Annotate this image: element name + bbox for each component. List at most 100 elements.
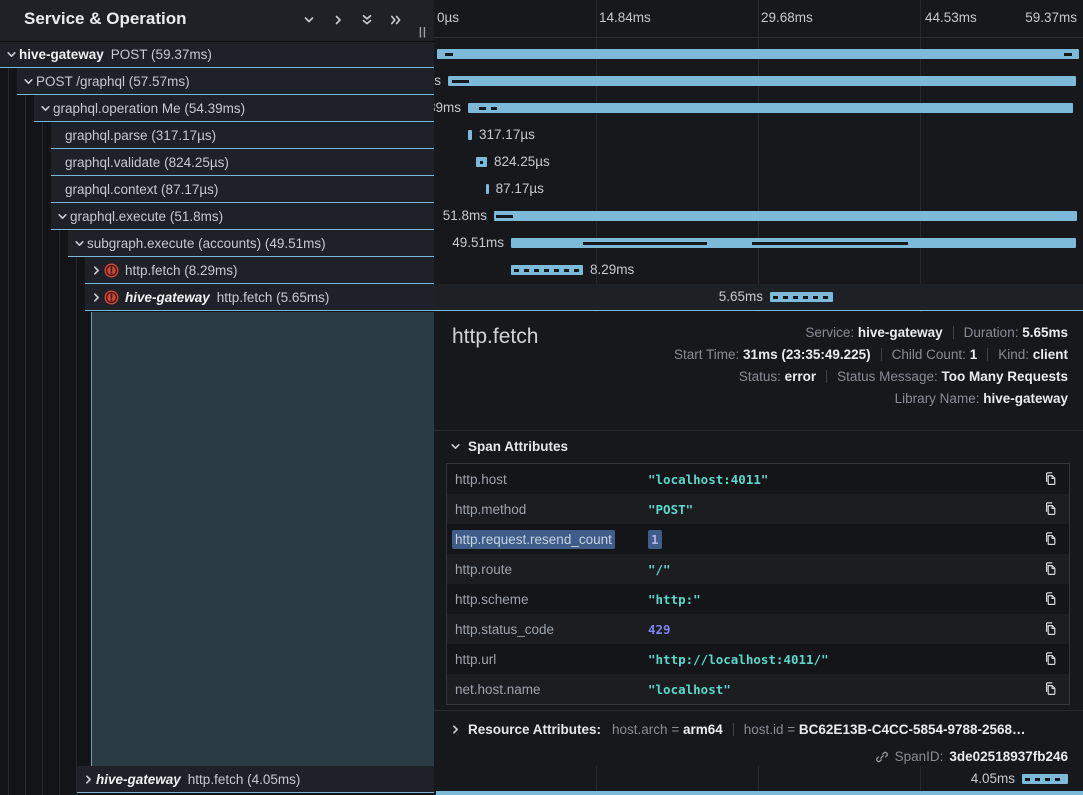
meta-line: Start Time: 31ms (23:35:49.225)Child Cou… (674, 344, 1068, 366)
attribute-row: http.scheme"http:" (447, 584, 1069, 614)
span-bar[interactable] (468, 103, 1073, 113)
meta-line: Library Name: hive-gateway (674, 388, 1068, 410)
tree-row[interactable]: graphql.context (87.17µs) (51, 176, 434, 203)
meta-value: error (785, 369, 817, 384)
attribute-row: http.route"/" (447, 554, 1069, 584)
duration-label: 317.17µs (479, 127, 535, 142)
double-chevron-down-icon[interactable] (360, 13, 374, 27)
meta-label: Duration: (964, 325, 1023, 340)
divider (987, 348, 988, 361)
copy-button[interactable] (1041, 678, 1060, 699)
timeline-row: 87.17µs (434, 176, 1083, 203)
attribute-value: 1 (648, 532, 662, 547)
chevron-down-icon[interactable] (55, 211, 70, 222)
span-operation-label: graphql.validate (824.25µs) (65, 155, 229, 170)
attribute-value: "localhost" (648, 682, 731, 697)
tree-row[interactable]: hive-gatewayhttp.fetch (5.65ms) (85, 284, 434, 311)
trace-view: 0µs14.84ms29.68ms44.53ms59.37ms 57.57ms5… (0, 0, 1083, 795)
attribute-key: http.scheme (447, 592, 648, 607)
chevron-right-icon[interactable] (89, 292, 104, 303)
span-service-name: hive-gateway (125, 290, 210, 305)
double-chevron-right-icon[interactable] (389, 13, 403, 27)
copy-button[interactable] (1041, 618, 1060, 639)
clipped-span-bar[interactable] (436, 791, 1083, 795)
span-bar[interactable] (494, 211, 1077, 221)
copy-button[interactable] (1041, 498, 1060, 519)
tree-row[interactable]: graphql.execute (51.8ms) (51, 203, 434, 230)
attribute-value: "POST" (648, 502, 693, 517)
copy-button[interactable] (1041, 468, 1060, 489)
span-bar[interactable] (770, 292, 833, 302)
resource-value: BC62E13B-C4CC-5854-9788-2568… (799, 722, 1026, 737)
duration-label: 87.17µs (496, 181, 544, 196)
meta-value: client (1033, 347, 1068, 362)
span-operation-label: POST /graphql (57.57ms) (36, 74, 190, 89)
tree-row[interactable]: POST /graphql (57.57ms) (17, 68, 434, 95)
attribute-value: "localhost:4011" (648, 472, 768, 487)
attribute-row: http.url"http://localhost:4011/" (447, 644, 1069, 674)
chevron-down-icon[interactable] (4, 49, 19, 60)
resource-attributes-title[interactable]: Resource Attributes: (468, 722, 601, 737)
resource-attributes-row: Resource Attributes: host.arch = arm64ho… (450, 715, 1068, 743)
axis-tick-label: 14.84ms (599, 10, 651, 25)
child-span-marker (496, 215, 513, 218)
copy-button[interactable] (1041, 528, 1060, 549)
tree-row[interactable]: graphql.validate (824.25µs) (51, 149, 434, 176)
attribute-value: "http:" (648, 592, 701, 607)
axis-tick-label: 59.37ms (1025, 10, 1077, 25)
resource-key: host.arch (612, 722, 668, 737)
child-span-marker (445, 53, 453, 56)
span-bar[interactable] (448, 76, 1076, 86)
span-bar[interactable] (468, 130, 472, 140)
chevron-right-icon[interactable] (81, 774, 96, 785)
copy-button[interactable] (1041, 588, 1060, 609)
tree-row[interactable]: graphql.operation Me (54.39ms) (34, 95, 434, 122)
chevron-down-icon[interactable] (21, 76, 36, 87)
equals-sign: = (668, 722, 683, 737)
tree-bottom-row: hive-gatewayhttp.fetch (4.05ms) (0, 766, 434, 793)
timeline-bottom-row: 4.05ms (434, 766, 1083, 793)
tree-row[interactable]: graphql.parse (317.17µs) (51, 122, 434, 149)
meta-label: Library Name: (895, 391, 984, 406)
chevron-down-icon[interactable] (72, 238, 87, 249)
error-icon (104, 290, 119, 305)
tree-row[interactable]: subgraph.execute (accounts) (49.51ms) (68, 230, 434, 257)
child-span-marker (752, 242, 908, 245)
meta-label: Status Message: (837, 369, 941, 384)
timeline-row: 51.8ms (434, 203, 1083, 230)
attribute-key: http.host (447, 472, 648, 487)
tree-header: Service & Operation || (0, 0, 434, 41)
span-bar[interactable] (486, 184, 489, 194)
link-icon[interactable] (875, 750, 889, 764)
span-bar[interactable] (1022, 774, 1068, 784)
span-attributes-header[interactable]: Span Attributes (450, 439, 568, 454)
span-id-value: 3de02518937fb246 (949, 749, 1068, 764)
timeline-row: 8.29ms (434, 257, 1083, 284)
attribute-value: "http://localhost:4011/" (648, 652, 829, 667)
panel-resize-handle[interactable]: || (419, 26, 427, 38)
span-bar[interactable] (437, 49, 1079, 59)
timeline-row: 824.25µs (434, 149, 1083, 176)
attribute-row: http.status_code429 (447, 614, 1069, 644)
span-details-panel: http.fetch Service: hive-gatewayDuration… (434, 312, 1083, 766)
chevron-right-icon[interactable] (450, 724, 461, 735)
chevron-down-icon[interactable] (38, 103, 53, 114)
span-bar[interactable] (511, 265, 583, 275)
chevron-right-icon[interactable] (331, 13, 345, 27)
attribute-key: http.method (447, 502, 648, 517)
copy-button[interactable] (1041, 648, 1060, 669)
chevron-down-icon[interactable] (302, 13, 316, 27)
divider (434, 710, 1083, 711)
chevron-right-icon[interactable] (89, 265, 104, 276)
meta-label: Status: (739, 369, 785, 384)
tree-row[interactable]: http.fetch (8.29ms) (85, 257, 434, 284)
timeline-row: 5.65ms (434, 284, 1083, 311)
tree-row[interactable]: hive-gatewayhttp.fetch (4.05ms) (77, 766, 434, 793)
meta-label: Start Time: (674, 347, 743, 362)
tree-row[interactable]: hive-gatewayPOST (59.37ms) (0, 41, 434, 68)
axis-tick-label: 44.53ms (925, 10, 977, 25)
copy-button[interactable] (1041, 558, 1060, 579)
attribute-row: net.host.name"localhost" (447, 674, 1069, 704)
error-icon (104, 263, 119, 278)
attribute-key: http.route (447, 562, 648, 577)
